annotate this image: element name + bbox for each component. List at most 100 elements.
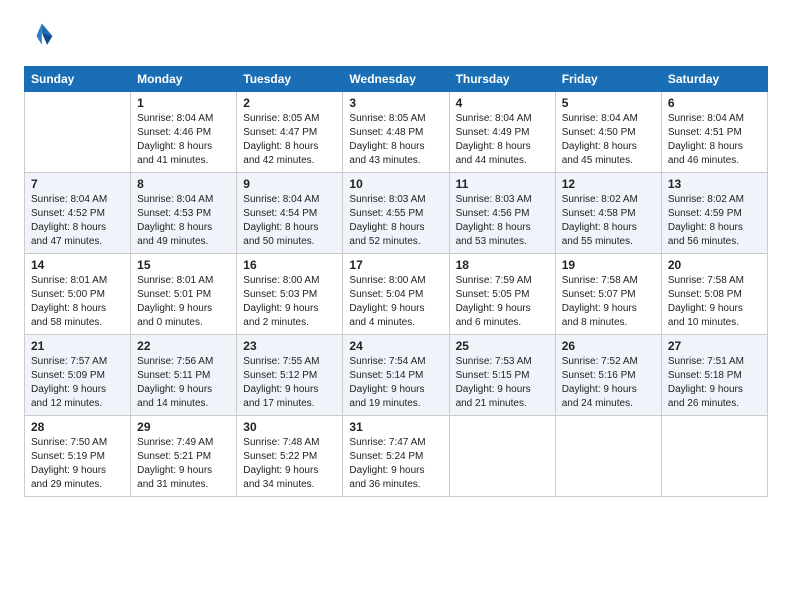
day-header-monday: Monday (131, 67, 237, 92)
day-number: 10 (349, 177, 442, 191)
cell-content: Sunrise: 8:05 AM Sunset: 4:47 PM Dayligh… (243, 112, 336, 168)
week-row-5: 28 Sunrise: 7:50 AM Sunset: 5:19 PM Dayli… (25, 416, 768, 497)
week-row-1: 1 Sunrise: 8:04 AM Sunset: 4:46 PM Daylig… (25, 92, 768, 173)
day-number: 14 (31, 258, 124, 272)
calendar-cell: 8 Sunrise: 8:04 AM Sunset: 4:53 PM Daylig… (131, 173, 237, 254)
cell-content: Sunrise: 8:02 AM Sunset: 4:58 PM Dayligh… (562, 193, 655, 249)
day-number: 2 (243, 96, 336, 110)
day-header-thursday: Thursday (449, 67, 555, 92)
day-number: 23 (243, 339, 336, 353)
calendar-cell: 14 Sunrise: 8:01 AM Sunset: 5:00 PM Dayli… (25, 254, 131, 335)
calendar-cell: 16 Sunrise: 8:00 AM Sunset: 5:03 PM Dayli… (237, 254, 343, 335)
calendar-cell: 26 Sunrise: 7:52 AM Sunset: 5:16 PM Dayli… (555, 335, 661, 416)
calendar-cell: 5 Sunrise: 8:04 AM Sunset: 4:50 PM Daylig… (555, 92, 661, 173)
day-number: 9 (243, 177, 336, 191)
calendar-cell: 28 Sunrise: 7:50 AM Sunset: 5:19 PM Dayli… (25, 416, 131, 497)
cell-content: Sunrise: 8:00 AM Sunset: 5:03 PM Dayligh… (243, 274, 336, 330)
cell-content: Sunrise: 8:03 AM Sunset: 4:56 PM Dayligh… (456, 193, 549, 249)
cell-content: Sunrise: 8:03 AM Sunset: 4:55 PM Dayligh… (349, 193, 442, 249)
calendar-cell: 30Sunrise: 7:48 AM Sunset: 5:22 PM Dayli… (237, 416, 343, 497)
day-number: 20 (668, 258, 761, 272)
calendar-cell: 3Sunrise: 8:05 AM Sunset: 4:48 PM Daylig… (343, 92, 449, 173)
day-number: 18 (456, 258, 549, 272)
day-header-sunday: Sunday (25, 67, 131, 92)
cell-content: Sunrise: 8:01 AM Sunset: 5:00 PM Dayligh… (31, 274, 124, 330)
day-number: 4 (456, 96, 549, 110)
calendar-cell: 22 Sunrise: 7:56 AM Sunset: 5:11 PM Dayli… (131, 335, 237, 416)
day-number: 26 (562, 339, 655, 353)
cell-content: Sunrise: 8:04 AM Sunset: 4:46 PM Dayligh… (137, 112, 230, 168)
day-number: 7 (31, 177, 124, 191)
cell-content: Sunrise: 7:58 AM Sunset: 5:08 PM Dayligh… (668, 274, 761, 330)
cell-content: Sunrise: 7:49 AM Sunset: 5:21 PM Dayligh… (137, 436, 230, 492)
calendar-cell: 31Sunrise: 7:47 AM Sunset: 5:24 PM Dayli… (343, 416, 449, 497)
day-number: 1 (137, 96, 230, 110)
cell-content: Sunrise: 7:48 AM Sunset: 5:22 PM Dayligh… (243, 436, 336, 492)
cell-content: Sunrise: 7:52 AM Sunset: 5:16 PM Dayligh… (562, 355, 655, 411)
cell-content: Sunrise: 8:04 AM Sunset: 4:50 PM Dayligh… (562, 112, 655, 168)
cell-content: Sunrise: 7:59 AM Sunset: 5:05 PM Dayligh… (456, 274, 549, 330)
calendar-cell: 27 Sunrise: 7:51 AM Sunset: 5:18 PM Dayli… (661, 335, 767, 416)
cell-content: Sunrise: 8:04 AM Sunset: 4:54 PM Dayligh… (243, 193, 336, 249)
day-number: 11 (456, 177, 549, 191)
day-number: 21 (31, 339, 124, 353)
cell-content: Sunrise: 8:04 AM Sunset: 4:49 PM Dayligh… (456, 112, 549, 168)
calendar-cell: 1 Sunrise: 8:04 AM Sunset: 4:46 PM Daylig… (131, 92, 237, 173)
day-number: 12 (562, 177, 655, 191)
logo-icon (24, 20, 56, 52)
day-number: 22 (137, 339, 230, 353)
cell-content: Sunrise: 8:04 AM Sunset: 4:53 PM Dayligh… (137, 193, 230, 249)
calendar-cell: 7Sunrise: 8:04 AM Sunset: 4:52 PM Daylig… (25, 173, 131, 254)
calendar-cell (25, 92, 131, 173)
cell-content: Sunrise: 7:56 AM Sunset: 5:11 PM Dayligh… (137, 355, 230, 411)
cell-content: Sunrise: 7:58 AM Sunset: 5:07 PM Dayligh… (562, 274, 655, 330)
calendar-cell (449, 416, 555, 497)
cell-content: Sunrise: 8:00 AM Sunset: 5:04 PM Dayligh… (349, 274, 442, 330)
header-row: SundayMondayTuesdayWednesdayThursdayFrid… (25, 67, 768, 92)
calendar-cell: 15 Sunrise: 8:01 AM Sunset: 5:01 PM Dayli… (131, 254, 237, 335)
day-number: 28 (31, 420, 124, 434)
day-number: 17 (349, 258, 442, 272)
calendar-cell: 24 Sunrise: 7:54 AM Sunset: 5:14 PM Dayli… (343, 335, 449, 416)
cell-content: Sunrise: 7:53 AM Sunset: 5:15 PM Dayligh… (456, 355, 549, 411)
cell-content: Sunrise: 7:51 AM Sunset: 5:18 PM Dayligh… (668, 355, 761, 411)
day-number: 5 (562, 96, 655, 110)
calendar-cell: 11 Sunrise: 8:03 AM Sunset: 4:56 PM Dayli… (449, 173, 555, 254)
calendar-cell: 19 Sunrise: 7:58 AM Sunset: 5:07 PM Dayli… (555, 254, 661, 335)
day-number: 6 (668, 96, 761, 110)
cell-content: Sunrise: 7:54 AM Sunset: 5:14 PM Dayligh… (349, 355, 442, 411)
calendar-cell: 21 Sunrise: 7:57 AM Sunset: 5:09 PM Dayli… (25, 335, 131, 416)
cell-content: Sunrise: 7:57 AM Sunset: 5:09 PM Dayligh… (31, 355, 124, 411)
calendar-cell: 17 Sunrise: 8:00 AM Sunset: 5:04 PM Dayli… (343, 254, 449, 335)
header (24, 20, 768, 52)
cell-content: Sunrise: 8:01 AM Sunset: 5:01 PM Dayligh… (137, 274, 230, 330)
cell-content: Sunrise: 7:50 AM Sunset: 5:19 PM Dayligh… (31, 436, 124, 492)
day-header-friday: Friday (555, 67, 661, 92)
calendar-cell: 20 Sunrise: 7:58 AM Sunset: 5:08 PM Dayli… (661, 254, 767, 335)
day-number: 25 (456, 339, 549, 353)
calendar-cell: 13Sunrise: 8:02 AM Sunset: 4:59 PM Dayli… (661, 173, 767, 254)
calendar-cell: 4 Sunrise: 8:04 AM Sunset: 4:49 PM Daylig… (449, 92, 555, 173)
day-number: 27 (668, 339, 761, 353)
calendar-cell: 25 Sunrise: 7:53 AM Sunset: 5:15 PM Dayli… (449, 335, 555, 416)
calendar-cell: 10 Sunrise: 8:03 AM Sunset: 4:55 PM Dayli… (343, 173, 449, 254)
day-number: 8 (137, 177, 230, 191)
day-number: 16 (243, 258, 336, 272)
calendar-cell: 12 Sunrise: 8:02 AM Sunset: 4:58 PM Dayli… (555, 173, 661, 254)
day-number: 13 (668, 177, 761, 191)
day-header-tuesday: Tuesday (237, 67, 343, 92)
day-header-saturday: Saturday (661, 67, 767, 92)
week-row-4: 21 Sunrise: 7:57 AM Sunset: 5:09 PM Dayli… (25, 335, 768, 416)
day-number: 15 (137, 258, 230, 272)
cell-content: Sunrise: 7:47 AM Sunset: 5:24 PM Dayligh… (349, 436, 442, 492)
calendar-cell: 23 Sunrise: 7:55 AM Sunset: 5:12 PM Dayli… (237, 335, 343, 416)
logo (24, 20, 60, 52)
week-row-2: 7Sunrise: 8:04 AM Sunset: 4:52 PM Daylig… (25, 173, 768, 254)
calendar-cell (661, 416, 767, 497)
day-number: 24 (349, 339, 442, 353)
cell-content: Sunrise: 7:55 AM Sunset: 5:12 PM Dayligh… (243, 355, 336, 411)
day-number: 29 (137, 420, 230, 434)
calendar-cell (555, 416, 661, 497)
calendar-cell: 18 Sunrise: 7:59 AM Sunset: 5:05 PM Dayli… (449, 254, 555, 335)
day-number: 19 (562, 258, 655, 272)
